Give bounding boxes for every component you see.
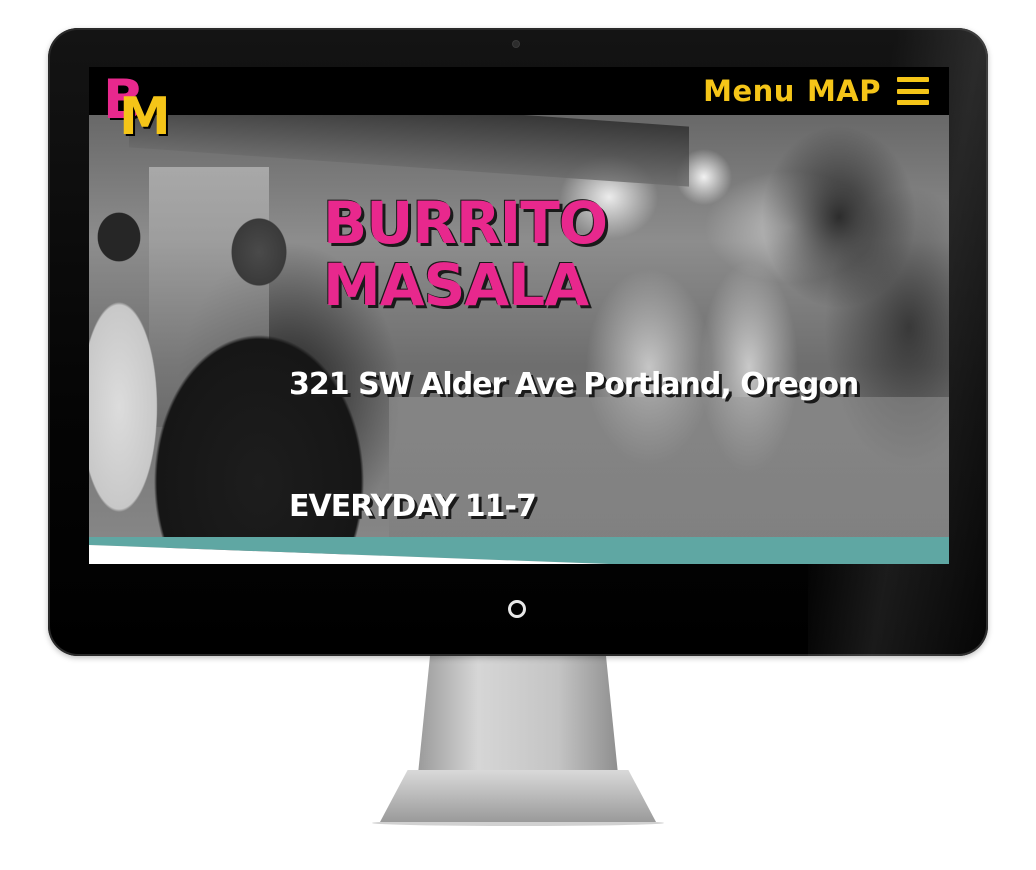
hamburger-menu-icon[interactable]	[897, 77, 929, 105]
hero-title: BURRITO MASALA	[323, 192, 653, 316]
monitor-stand-base	[380, 770, 656, 822]
hero-title-line-1: BURRITO	[323, 189, 608, 257]
nav-link-map[interactable]: MAP	[807, 73, 881, 109]
hero-title-line-2: MASALA	[323, 251, 589, 319]
nav-link-menu[interactable]: Menu	[703, 73, 795, 109]
hamburger-line	[897, 88, 929, 94]
site-logo[interactable]: B M	[103, 73, 181, 151]
hero-photo-tree	[729, 97, 949, 397]
teal-accent-band	[89, 537, 949, 564]
monitor-home-button[interactable]	[508, 600, 526, 618]
hero-hours: EVERYDAY 11-7	[289, 489, 537, 524]
mockup-stage: B M Menu MAP BURRITO MASALA 321 SW Alder…	[0, 0, 1036, 870]
monitor-stand-neck	[418, 656, 618, 774]
logo-letter-m: M	[119, 87, 171, 147]
nav-links: Menu MAP	[703, 73, 929, 109]
website-screen: B M Menu MAP BURRITO MASALA 321 SW Alder…	[89, 67, 949, 564]
hero-address: 321 SW Alder Ave Portland, Oregon	[289, 367, 859, 402]
hamburger-line	[897, 100, 929, 105]
hamburger-line	[897, 77, 929, 82]
webcam-icon	[513, 41, 519, 47]
